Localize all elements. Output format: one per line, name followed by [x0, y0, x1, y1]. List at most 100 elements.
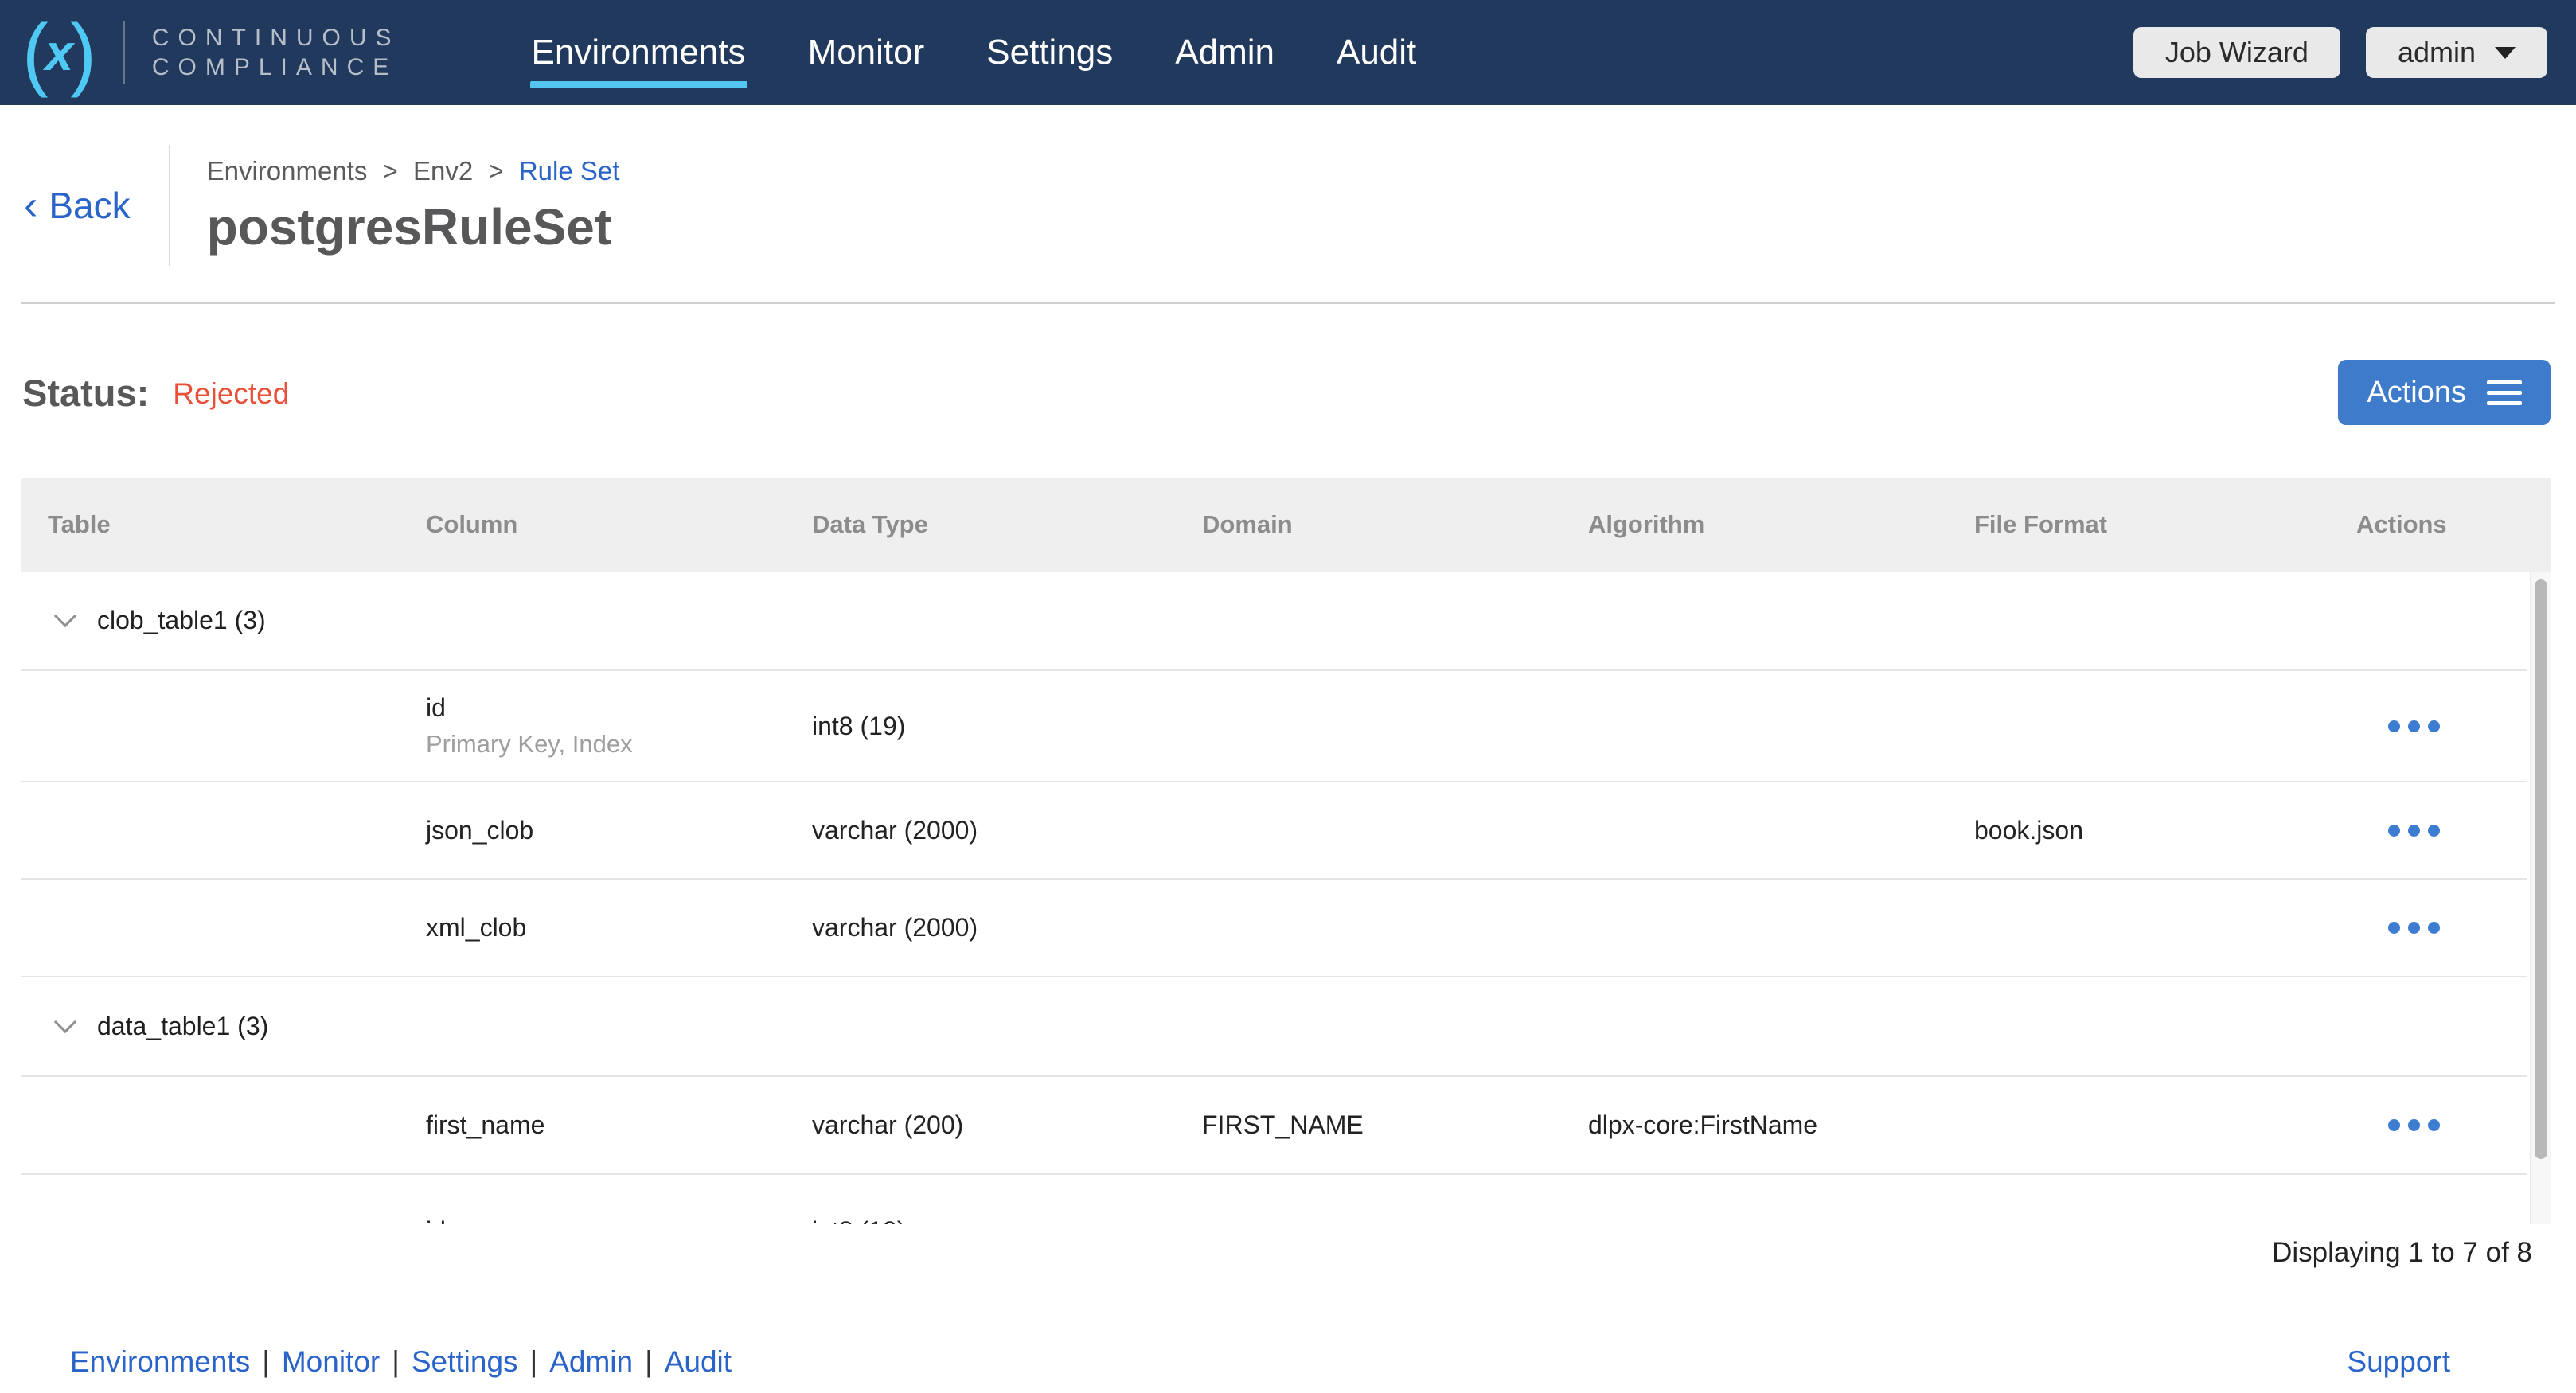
cell-data-type: varchar (200)	[812, 1110, 964, 1139]
breadcrumb-separator: >	[382, 155, 398, 185]
app-title-line1: CONTINUOUS	[151, 25, 400, 51]
table-scrollbar-track[interactable]	[2530, 572, 2551, 1224]
table-row: id int8 (19)	[21, 1175, 2527, 1225]
column-header-column: Column	[426, 510, 518, 538]
table-row: xml_clob varchar (2000)	[21, 880, 2527, 977]
column-header-table: Table	[48, 510, 111, 538]
group-row-label: clob_table1 (3)	[97, 606, 266, 634]
footer-link-audit[interactable]: Audit	[665, 1345, 732, 1379]
actions-button-label: Actions	[2367, 375, 2466, 409]
logo-paren-left: (	[22, 6, 49, 99]
logo-x: x	[45, 24, 74, 81]
footer-link-environments[interactable]: Environments	[70, 1345, 250, 1379]
column-header-algorithm: Algorithm	[1588, 510, 1705, 538]
row-actions-button[interactable]	[2388, 1119, 2440, 1131]
footer-link-settings[interactable]: Settings	[412, 1345, 518, 1379]
column-header-domain: Domain	[1202, 510, 1293, 538]
cell-column: first_name	[426, 1110, 545, 1139]
table-row: json_clob varchar (2000) book.json	[21, 782, 2527, 880]
footer-separator: |	[529, 1345, 538, 1378]
nav-item-admin[interactable]: Admin	[1175, 33, 1274, 72]
breadcrumb-env2: Env2	[412, 155, 474, 185]
back-chevron-icon: ‹	[24, 182, 38, 228]
column-header-data-type: Data Type	[812, 510, 928, 538]
main-nav: Environments Monitor Settings Admin Audi…	[529, 33, 1416, 88]
row-actions-button[interactable]	[2388, 922, 2440, 934]
navbar-right: Job Wizard admin	[2133, 27, 2547, 78]
footer-link-admin[interactable]: Admin	[549, 1345, 633, 1379]
cell-actions	[2329, 1119, 2527, 1131]
back-label: Back	[49, 185, 131, 226]
page-footer: Environments | Monitor | Settings | Admi…	[0, 1345, 2576, 1379]
breadcrumb-environments: Environments	[206, 155, 368, 185]
rule-set-table: Table Column Data Type Domain Algorithm …	[21, 478, 2551, 1224]
cell-domain: FIRST_NAME	[1202, 1110, 1364, 1139]
status-badge: Rejected	[173, 377, 290, 410]
column-name: id	[426, 693, 446, 722]
table-rows: clob_table1 (3) id Primary Key, Index in…	[21, 572, 2527, 1224]
column-header-actions: Actions	[2356, 510, 2447, 538]
app-title: CONTINUOUS COMPLIANCE	[152, 23, 400, 82]
table-body-viewport: clob_table1 (3) id Primary Key, Index in…	[21, 572, 2551, 1224]
app-logo[interactable]: ( x ) CONTINUOUS COMPLIANCE	[22, 6, 400, 99]
cell-actions	[2329, 720, 2527, 732]
logo-divider	[123, 21, 125, 84]
cell-file-format: book.json	[1974, 815, 2083, 845]
nav-item-monitor[interactable]: Monitor	[808, 33, 925, 72]
table-row: first_name varchar (200) FIRST_NAME dlpx…	[21, 1077, 2527, 1175]
head-rule	[21, 302, 2555, 304]
breadcrumb: Environments > Env2 > Rule Set	[207, 156, 620, 186]
cell-data-type: varchar (2000)	[812, 913, 978, 942]
hamburger-icon	[2487, 380, 2522, 405]
cell-data-type: int8 (19)	[812, 711, 906, 740]
cell-data-type: varchar (2000)	[812, 815, 978, 845]
table-header-row: Table Column Data Type Domain Algorithm …	[21, 478, 2551, 572]
cell-actions	[2329, 922, 2527, 934]
app-title-line2: COMPLIANCE	[151, 54, 398, 80]
row-actions-button[interactable]	[2388, 824, 2440, 837]
group-row-label: data_table1 (3)	[97, 1012, 269, 1040]
cell-actions	[2329, 824, 2527, 837]
footer-separator: |	[392, 1345, 400, 1378]
caret-down-icon	[2495, 46, 2516, 59]
top-navbar: ( x ) CONTINUOUS COMPLIANCE Environments…	[0, 0, 2576, 105]
footer-link-support[interactable]: Support	[2347, 1345, 2450, 1379]
delphix-logo-icon: ( x )	[22, 6, 96, 99]
footer-separator: |	[645, 1345, 653, 1378]
table-scrollbar-thumb[interactable]	[2535, 579, 2547, 1159]
chevron-down-icon	[53, 1010, 77, 1033]
footer-link-monitor[interactable]: Monitor	[282, 1345, 380, 1379]
cell-column: xml_clob	[426, 913, 527, 942]
breadcrumb-separator: >	[488, 155, 504, 185]
job-wizard-button[interactable]: Job Wizard	[2133, 27, 2340, 78]
head-text: Environments > Env2 > Rule Set postgresR…	[207, 156, 620, 255]
cell-column: id	[399, 1216, 785, 1225]
actions-button[interactable]: Actions	[2338, 360, 2551, 425]
status-row: Status: Rejected Actions	[22, 360, 2551, 425]
back-button[interactable]: ‹ Back	[24, 184, 131, 227]
page-head: ‹ Back Environments > Env2 > Rule Set po…	[0, 105, 2576, 295]
user-menu-label: admin	[2397, 36, 2476, 68]
footer-separator: |	[262, 1345, 270, 1378]
table-row: id Primary Key, Index int8 (19)	[21, 671, 2527, 782]
row-actions-button[interactable]	[2388, 720, 2440, 732]
cell-data-type: int8 (19)	[785, 1216, 1175, 1225]
cell-column: id Primary Key, Index	[399, 693, 785, 759]
column-note: Primary Key, Index	[426, 730, 633, 758]
table-group-row-clob-table1[interactable]: clob_table1 (3)	[21, 572, 2527, 671]
nav-item-audit[interactable]: Audit	[1337, 33, 1416, 72]
pagination-summary: Displaying 1 to 7 of 8	[2272, 1237, 2532, 1268]
status-label: Status:	[22, 371, 150, 414]
cell-column: json_clob	[426, 815, 534, 845]
breadcrumb-rule-set-link[interactable]: Rule Set	[519, 156, 620, 185]
column-header-file-format: File Format	[1974, 510, 2108, 538]
logo-paren-right: )	[70, 6, 96, 99]
cell-algorithm: dlpx-core:FirstName	[1588, 1110, 1818, 1139]
job-wizard-label: Job Wizard	[2164, 36, 2309, 68]
table-group-row-data-table1[interactable]: data_table1 (3)	[21, 977, 2527, 1077]
user-menu-button[interactable]: admin	[2365, 27, 2547, 78]
nav-item-settings[interactable]: Settings	[986, 33, 1113, 72]
head-divider	[168, 145, 170, 266]
page-title: postgresRuleSet	[206, 197, 612, 256]
nav-item-environments[interactable]: Environments	[529, 33, 747, 88]
